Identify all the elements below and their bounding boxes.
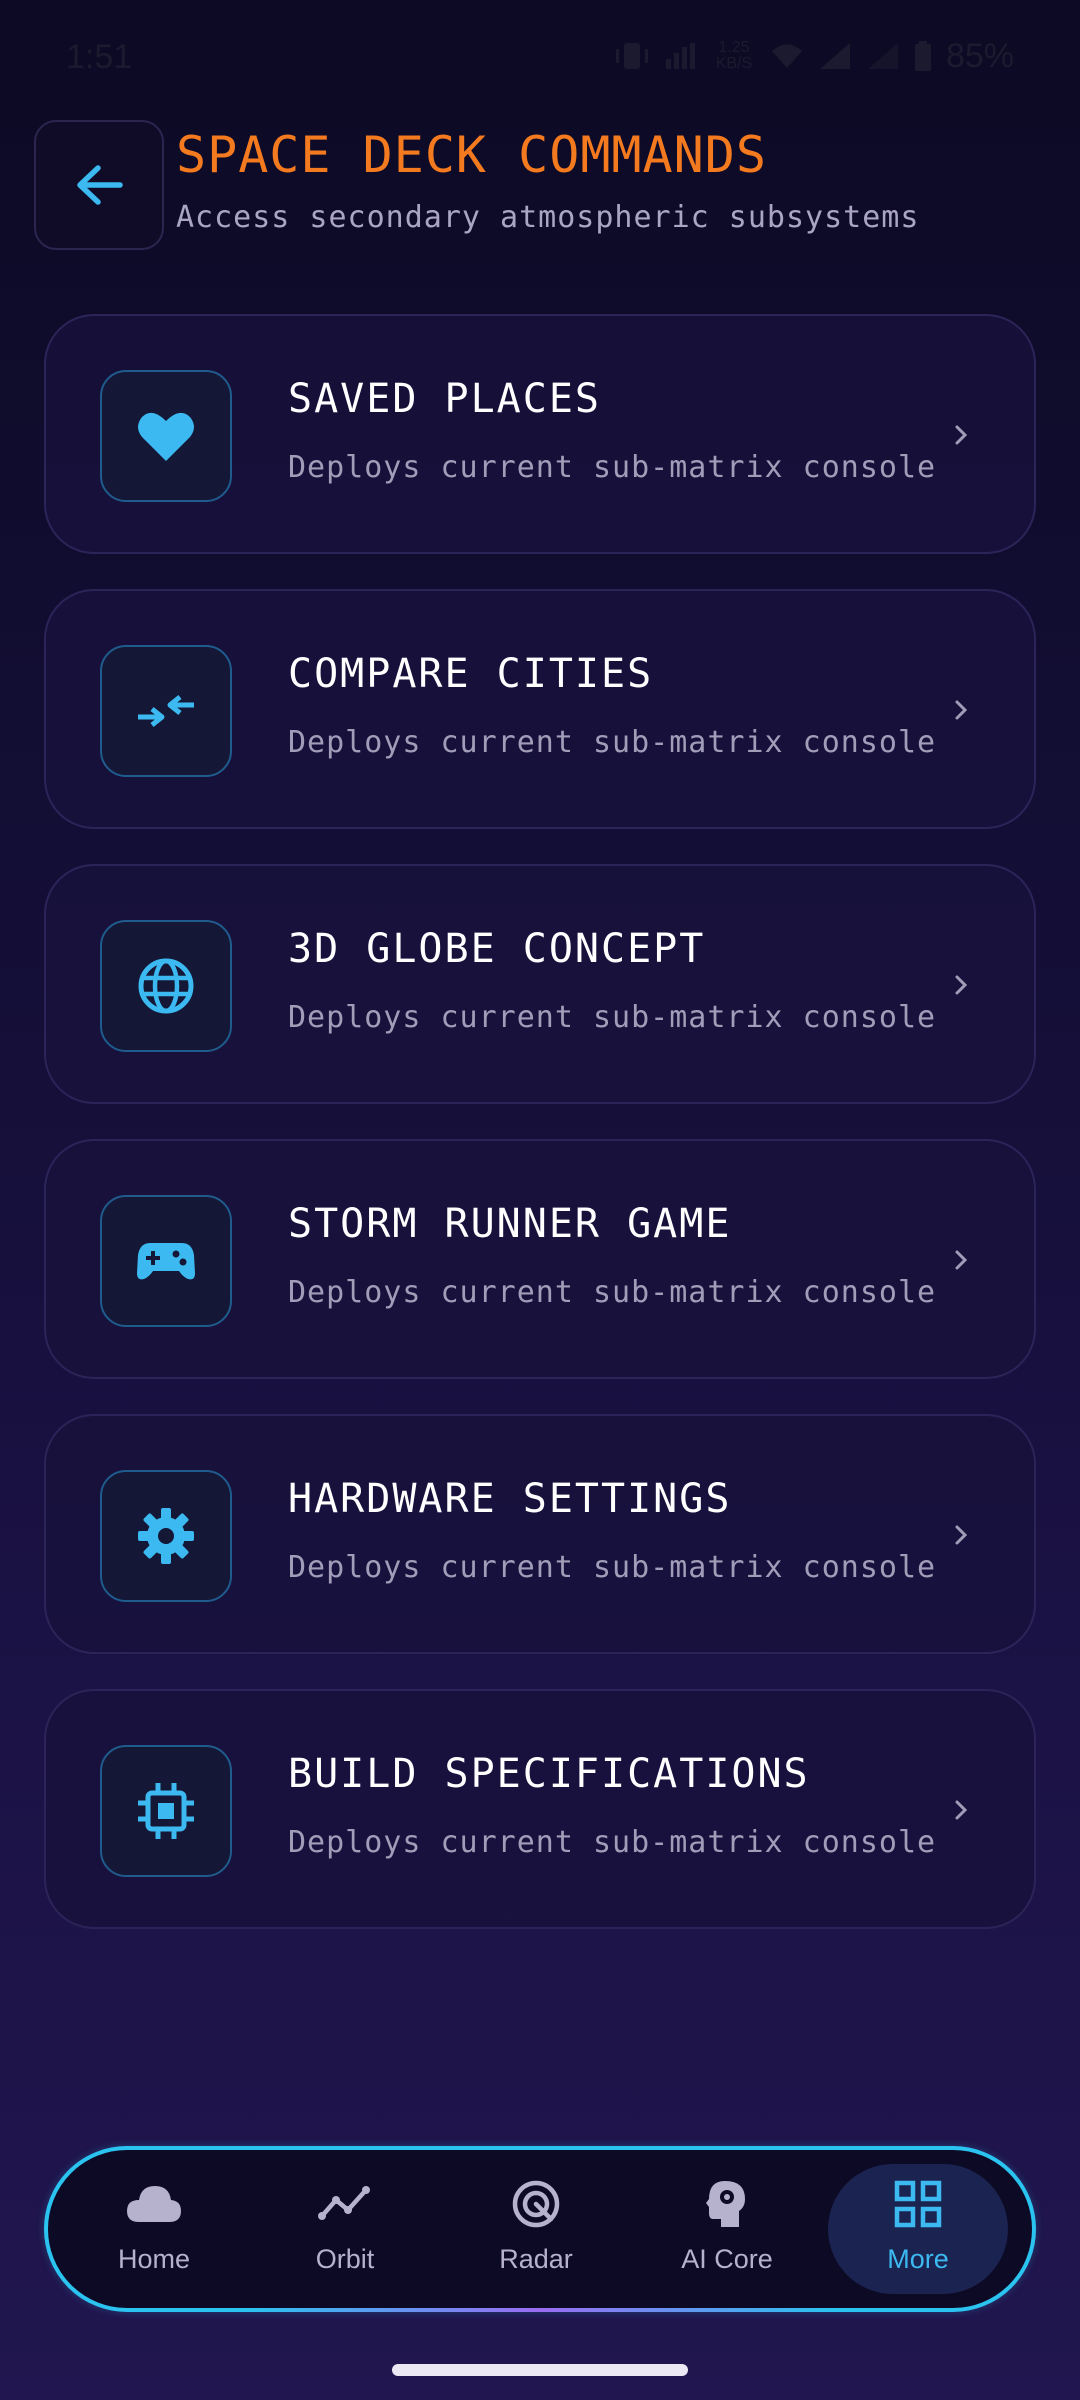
globe-icon: [138, 958, 194, 1014]
battery-icon: [914, 41, 931, 71]
chevron-right-icon: [955, 1250, 968, 1270]
page-title: SPACE DECK COMMANDS: [176, 126, 767, 184]
nav-tab-home[interactable]: Home: [64, 2164, 244, 2294]
signal-icon-2: [867, 43, 898, 69]
status-bar: 1:51 1.25 KB/S 85%: [0, 0, 1080, 110]
network-speed: 1.25 KB/S: [715, 39, 753, 72]
menu-item-description: Deploys current sub-matrix console: [288, 1550, 937, 1585]
menu-item-title: COMPARE CITIES: [288, 651, 654, 697]
card-icon-box: [100, 1470, 232, 1602]
menu-item-3d-globe[interactable]: 3D GLOBE CONCEPT Deploys current sub-mat…: [44, 864, 1036, 1104]
nav-tab-label: AI Core: [681, 2244, 773, 2274]
cloud-icon: [124, 2174, 184, 2234]
gamepad-icon: [137, 1243, 195, 1280]
grid-icon: [894, 2180, 942, 2228]
status-icons: 1.25 KB/S 85%: [614, 36, 1014, 76]
page-header: SPACE DECK COMMANDS Access secondary atm…: [34, 120, 1046, 252]
menu-item-description: Deploys current sub-matrix console: [288, 450, 937, 485]
gear-icon: [138, 1508, 194, 1564]
chevron-right-icon: [955, 1525, 968, 1545]
brain-head-icon: [697, 2174, 757, 2234]
brain-head-icon: [706, 2181, 745, 2227]
signal-alt-icon: [665, 43, 695, 69]
menu-item-compare-cities[interactable]: COMPARE CITIES Deploys current sub-matri…: [44, 589, 1036, 829]
menu-item-title: 3D GLOBE CONCEPT: [288, 926, 706, 972]
signal-icon: [819, 43, 850, 69]
menu-item-storm-runner-game[interactable]: STORM RUNNER GAME Deploys current sub-ma…: [44, 1139, 1036, 1379]
menu-item-description: Deploys current sub-matrix console: [288, 725, 937, 760]
cloud-icon: [127, 2186, 181, 2222]
radar-icon: [512, 2180, 560, 2228]
chevron-right-icon: [955, 1800, 968, 1820]
card-icon-box: [100, 1195, 232, 1327]
arrow-left-icon: [77, 165, 123, 205]
heart-icon: [138, 412, 194, 461]
menu-item-description: Deploys current sub-matrix console: [288, 1825, 937, 1860]
grid-icon: [888, 2174, 948, 2234]
nav-tab-label: More: [887, 2244, 949, 2274]
status-time: 1:51: [66, 38, 133, 76]
nav-tab-more[interactable]: More: [828, 2164, 1008, 2294]
nav-tab-orbit[interactable]: Orbit: [255, 2164, 435, 2294]
trend-line-icon: [318, 2186, 370, 2220]
nav-tab-label: Orbit: [315, 2244, 375, 2274]
menu-item-title: BUILD SPECIFICATIONS: [288, 1751, 810, 1797]
back-button[interactable]: [34, 120, 164, 250]
card-icon-box: [100, 370, 232, 502]
card-icon-box: [100, 920, 232, 1052]
nav-tab-ai-core[interactable]: AI Core: [637, 2164, 817, 2294]
radar-icon: [506, 2174, 566, 2234]
chip-icon: [138, 1783, 194, 1839]
vibrate-icon: [615, 43, 648, 69]
chevron-right-icon: [955, 975, 968, 995]
menu-item-title: HARDWARE SETTINGS: [288, 1476, 732, 1522]
home-indicator[interactable]: [392, 2364, 688, 2376]
nav-tab-label: Home: [117, 2244, 191, 2274]
menu-item-build-specifications[interactable]: BUILD SPECIFICATIONS Deploys current sub…: [44, 1689, 1036, 1929]
compare-arrows-icon: [138, 695, 194, 727]
nav-tab-label: Radar: [499, 2244, 573, 2274]
menu-item-saved-places[interactable]: SAVED PLACES Deploys current sub-matrix …: [44, 314, 1036, 554]
bottom-nav: Home Orbit Radar AI Core More: [44, 2146, 1036, 2312]
menu-item-title: SAVED PLACES: [288, 376, 601, 422]
chevron-right-icon: [955, 700, 968, 720]
wifi-icon: [771, 44, 802, 68]
trend-line-icon: [315, 2174, 375, 2234]
card-icon-box: [100, 645, 232, 777]
nav-tab-radar[interactable]: Radar: [446, 2164, 626, 2294]
chevron-right-icon: [955, 425, 968, 445]
menu-item-title: STORM RUNNER GAME: [288, 1201, 732, 1247]
menu-item-hardware-settings[interactable]: HARDWARE SETTINGS Deploys current sub-ma…: [44, 1414, 1036, 1654]
battery-level: 85%: [945, 36, 1014, 75]
menu-item-description: Deploys current sub-matrix console: [288, 1275, 937, 1310]
nav-glow: [248, 2308, 832, 2312]
menu-item-description: Deploys current sub-matrix console: [288, 1000, 937, 1035]
page-subtitle: Access secondary atmospheric subsystems: [176, 200, 920, 235]
card-icon-box: [100, 1745, 232, 1877]
